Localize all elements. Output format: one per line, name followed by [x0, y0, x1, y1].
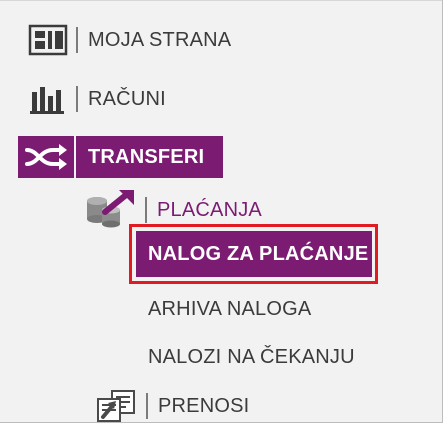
- bar-chart-icon: [28, 84, 68, 114]
- menu-item-transferi[interactable]: TRANSFERI: [18, 136, 223, 178]
- menu-separator: [74, 136, 76, 178]
- submenu-item-nalozi-na-cekanju[interactable]: NALOZI NA ČEKANJU: [148, 346, 355, 369]
- menu-separator: [146, 393, 148, 419]
- menu-item-racuni[interactable]: RAČUNI: [28, 84, 166, 114]
- submenu-item-label: ARHIVA NALOGA: [148, 298, 312, 320]
- menu-separator: [145, 197, 147, 223]
- menu-item-label: MOJA STRANA: [88, 28, 232, 51]
- submenu-item-label: NALOZI NA ČEKANJU: [148, 346, 355, 368]
- submenu-item-label: NALOG ZA PLAĆANJE: [148, 242, 369, 265]
- submenu-header-label: PRENOSI: [158, 394, 250, 417]
- submenu-header-prenosi[interactable]: PRENOSI: [94, 389, 250, 422]
- menu-item-label: TRANSFERI: [88, 145, 205, 168]
- menu-separator: [76, 27, 78, 53]
- dashboard-icon: [28, 24, 68, 56]
- submenu-header-label: PLAĆANJA: [157, 198, 262, 221]
- shuffle-icon: [18, 136, 74, 178]
- top-divider: [0, 0, 442, 1]
- menu-item-moja-strana[interactable]: MOJA STRANA: [28, 24, 231, 56]
- menu-separator: [76, 86, 78, 112]
- submenu-item-arhiva-naloga[interactable]: ARHIVA NALOGA: [148, 298, 311, 321]
- menu-item-label: RAČUNI: [88, 87, 166, 110]
- submenu-item-nalog-za-placanje[interactable]: NALOG ZA PLAĆANJE: [136, 231, 372, 277]
- navigation-menu: MOJA STRANA RAČUNI TRANSFERI PLAĆANJA NA…: [0, 0, 443, 423]
- documents-transfer-icon: [94, 389, 138, 422]
